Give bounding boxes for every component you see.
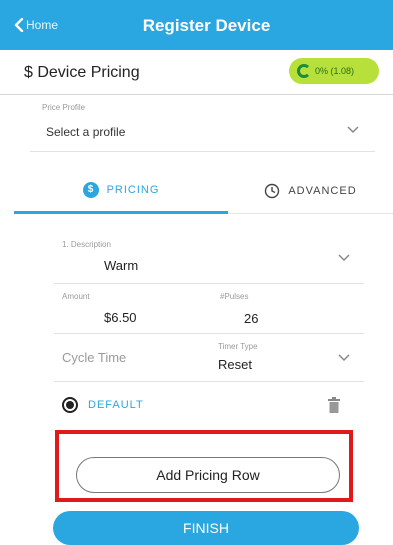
cycle-time-field[interactable]: Cycle Time <box>54 336 209 382</box>
description-select[interactable]: 1. Description Warm <box>54 232 364 284</box>
tab-bar: $ PRICING ADVANCED <box>14 168 393 214</box>
price-profile-label: Price Profile <box>42 103 86 112</box>
cycle-time-placeholder: Cycle Time <box>62 350 127 365</box>
pulses-label: #Pulses <box>220 292 249 301</box>
tab-advanced[interactable]: ADVANCED <box>228 168 393 214</box>
pulses-field[interactable]: #Pulses 26 <box>214 286 364 334</box>
amount-pulses-row: Amount $6.50 #Pulses 26 <box>54 286 364 334</box>
section-title: $ Device Pricing <box>24 64 140 81</box>
price-profile-select[interactable]: Price Profile Select a profile <box>30 96 375 152</box>
chevron-down-icon <box>347 126 359 134</box>
chevron-down-icon <box>338 254 350 262</box>
amount-label: Amount <box>62 292 90 301</box>
tab-pricing-label: PRICING <box>106 183 160 196</box>
default-label: DEFAULT <box>88 399 144 411</box>
chevron-down-icon <box>338 354 350 362</box>
tab-advanced-label: ADVANCED <box>288 185 357 197</box>
description-label: 1. Description <box>62 240 111 249</box>
timer-type-select[interactable]: Timer Type Reset <box>214 336 364 382</box>
finish-button[interactable]: FINISH <box>53 511 359 545</box>
amount-field[interactable]: Amount $6.50 <box>54 286 209 334</box>
timer-type-value: Reset <box>218 357 252 372</box>
status-badge: 0% (1.08) <box>289 58 379 84</box>
amount-value: $6.50 <box>104 310 137 325</box>
trash-icon[interactable] <box>328 397 340 413</box>
tab-pricing[interactable]: $ PRICING <box>14 168 228 214</box>
default-row: DEFAULT <box>54 390 364 420</box>
section-header: $ Device Pricing 0% (1.08) <box>0 50 393 95</box>
progress-ring-icon <box>297 64 311 78</box>
add-pricing-row-button[interactable]: Add Pricing Row <box>76 457 340 493</box>
page-title: Register Device <box>142 16 271 35</box>
top-bar: Home Register Device <box>0 0 393 50</box>
price-profile-value: Select a profile <box>46 125 126 139</box>
description-value: Warm <box>104 258 139 273</box>
cycle-time-row: Cycle Time Timer Type Reset <box>54 336 364 382</box>
dollar-circle-icon: $ <box>82 181 99 198</box>
pulses-value: 26 <box>244 311 259 326</box>
default-radio[interactable] <box>62 397 78 413</box>
badge-text: 0% (1.08) <box>315 66 355 76</box>
timer-type-label: Timer Type <box>218 342 258 351</box>
clock-icon <box>265 183 280 199</box>
